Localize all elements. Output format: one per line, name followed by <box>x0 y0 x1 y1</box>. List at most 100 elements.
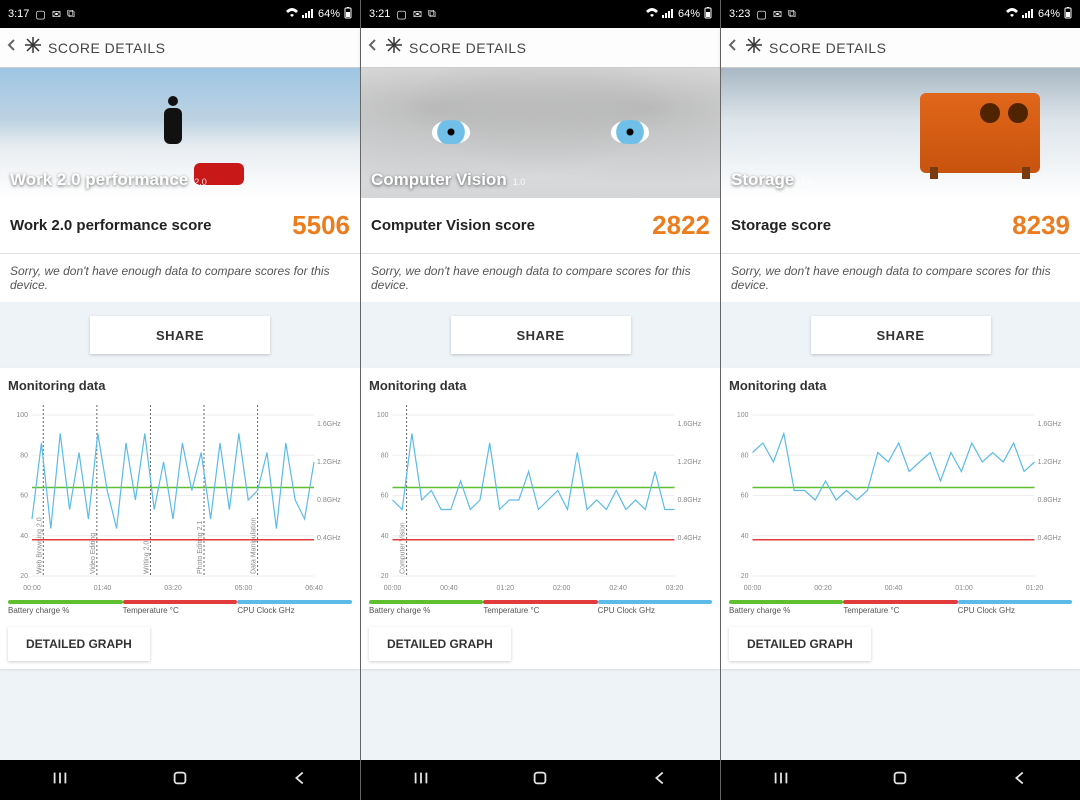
score-label: Work 2.0 performance score <box>10 217 211 234</box>
battery-percent: 64% <box>678 8 700 20</box>
svg-text:Computer Vision: Computer Vision <box>400 522 407 574</box>
back-icon[interactable] <box>727 38 739 57</box>
legend-temp: Temperature °C <box>843 606 899 615</box>
app-header: SCORE DETAILS <box>721 28 1080 68</box>
score-label: Storage score <box>731 217 831 234</box>
score-value: 8239 <box>1012 210 1070 241</box>
status-bar: 3:17 ▢ ✉ ⧉ 64% <box>0 0 360 28</box>
monitoring-title: Monitoring data <box>729 378 1072 393</box>
mail-icon: ✉ <box>773 8 782 21</box>
recent-apps-button[interactable] <box>51 769 69 792</box>
home-button[interactable] <box>891 769 909 792</box>
legend-battery: Battery charge % <box>8 606 69 615</box>
legend-clock: CPU Clock GHz <box>237 606 294 615</box>
svg-text:Writing 2.0: Writing 2.0 <box>143 541 150 574</box>
hero-title: Computer Vision <box>371 170 507 190</box>
svg-text:00:00: 00:00 <box>744 585 762 592</box>
hero-version: 1.0 <box>513 177 526 187</box>
battery-icon <box>704 7 712 22</box>
recent-apps-button[interactable] <box>412 769 430 792</box>
svg-text:05:00: 05:00 <box>235 585 253 592</box>
battery-icon <box>1064 7 1072 22</box>
svg-text:0.8GHz: 0.8GHz <box>1038 497 1062 504</box>
svg-text:03:20: 03:20 <box>666 585 684 592</box>
score-label: Computer Vision score <box>371 217 535 234</box>
monitoring-card: Monitoring data 204060801001.6GHz1.2GHz0… <box>0 368 360 669</box>
svg-text:100: 100 <box>737 412 749 419</box>
status-bar: 3:21 ▢ ✉ ⧉ 64% <box>361 0 720 28</box>
hero-image: Storage 1.0 <box>721 68 1080 198</box>
svg-text:40: 40 <box>20 533 28 540</box>
share-button[interactable]: SHARE <box>90 316 270 354</box>
detailed-graph-button[interactable]: DETAILED GRAPH <box>369 627 511 661</box>
svg-text:1.6GHz: 1.6GHz <box>1038 421 1062 428</box>
monitoring-chart: 204060801001.6GHz1.2GHz0.8GHz0.4GHz00:00… <box>369 399 712 594</box>
page-title: SCORE DETAILS <box>48 40 166 56</box>
detailed-graph-button[interactable]: DETAILED GRAPH <box>8 627 150 661</box>
svg-text:60: 60 <box>381 493 389 500</box>
home-button[interactable] <box>171 769 189 792</box>
svg-text:0.4GHz: 0.4GHz <box>678 535 702 542</box>
hero-version: 1.0 <box>800 177 813 187</box>
score-row: Work 2.0 performance score 5506 <box>0 198 360 254</box>
svg-text:40: 40 <box>381 533 389 540</box>
page-title: SCORE DETAILS <box>409 40 527 56</box>
share-button[interactable]: SHARE <box>451 316 631 354</box>
back-button[interactable] <box>291 769 309 792</box>
monitoring-chart: 204060801001.6GHz1.2GHz0.8GHz0.4GHz00:00… <box>729 399 1072 594</box>
legend-row: Battery charge % Temperature °C CPU Cloc… <box>369 600 712 615</box>
legend-temp: Temperature °C <box>483 606 539 615</box>
android-navbar <box>721 760 1080 800</box>
svg-text:00:00: 00:00 <box>23 585 41 592</box>
svg-text:06:40: 06:40 <box>305 585 323 592</box>
svg-text:Web Browsing 2.0: Web Browsing 2.0 <box>36 517 43 574</box>
svg-text:01:20: 01:20 <box>497 585 515 592</box>
monitoring-card: Monitoring data 204060801001.6GHz1.2GHz0… <box>361 368 720 669</box>
compare-message: Sorry, we don't have enough data to comp… <box>361 254 720 302</box>
back-icon[interactable] <box>6 38 18 57</box>
compare-message: Sorry, we don't have enough data to comp… <box>0 254 360 302</box>
svg-text:Video Editing: Video Editing <box>90 533 97 574</box>
back-icon[interactable] <box>367 38 379 57</box>
svg-text:02:40: 02:40 <box>609 585 627 592</box>
compare-message: Sorry, we don't have enough data to comp… <box>721 254 1080 302</box>
svg-text:0.8GHz: 0.8GHz <box>678 497 702 504</box>
legend-battery: Battery charge % <box>729 606 790 615</box>
svg-text:80: 80 <box>741 452 749 459</box>
back-button[interactable] <box>651 769 669 792</box>
notification-icon: ▢ <box>35 8 45 21</box>
hero-version: 2.0 <box>194 177 207 187</box>
monitoring-title: Monitoring data <box>8 378 352 393</box>
monitoring-card: Monitoring data 204060801001.6GHz1.2GHz0… <box>721 368 1080 669</box>
back-button[interactable] <box>1011 769 1029 792</box>
svg-text:03:20: 03:20 <box>164 585 182 592</box>
signal-icon <box>302 8 314 21</box>
snowflake-icon <box>24 36 42 59</box>
home-button[interactable] <box>531 769 549 792</box>
detailed-graph-button[interactable]: DETAILED GRAPH <box>729 627 871 661</box>
share-button[interactable]: SHARE <box>811 316 991 354</box>
svg-text:01:20: 01:20 <box>1026 585 1044 592</box>
mail-icon: ✉ <box>413 8 422 21</box>
hero-image: Computer Vision 1.0 <box>361 68 720 198</box>
svg-text:60: 60 <box>20 493 28 500</box>
svg-text:80: 80 <box>381 452 389 459</box>
svg-text:1.2GHz: 1.2GHz <box>317 459 341 466</box>
wifi-icon <box>1006 8 1018 21</box>
svg-text:Data Manipulation: Data Manipulation <box>251 517 258 574</box>
svg-text:02:00: 02:00 <box>553 585 571 592</box>
status-time: 3:23 <box>729 8 750 20</box>
battery-percent: 64% <box>1038 8 1060 20</box>
legend-temp: Temperature °C <box>123 606 179 615</box>
legend-clock: CPU Clock GHz <box>598 606 655 615</box>
score-row: Computer Vision score 2822 <box>361 198 720 254</box>
recent-apps-button[interactable] <box>772 769 790 792</box>
score-row: Storage score 8239 <box>721 198 1080 254</box>
svg-text:01:40: 01:40 <box>94 585 112 592</box>
svg-text:60: 60 <box>741 493 749 500</box>
svg-text:00:00: 00:00 <box>384 585 402 592</box>
hero-title: Work 2.0 performance <box>10 170 188 190</box>
hero-image: Work 2.0 performance 2.0 <box>0 68 360 198</box>
svg-text:20: 20 <box>381 573 389 580</box>
svg-text:Photo Editing 2.1: Photo Editing 2.1 <box>197 521 204 574</box>
